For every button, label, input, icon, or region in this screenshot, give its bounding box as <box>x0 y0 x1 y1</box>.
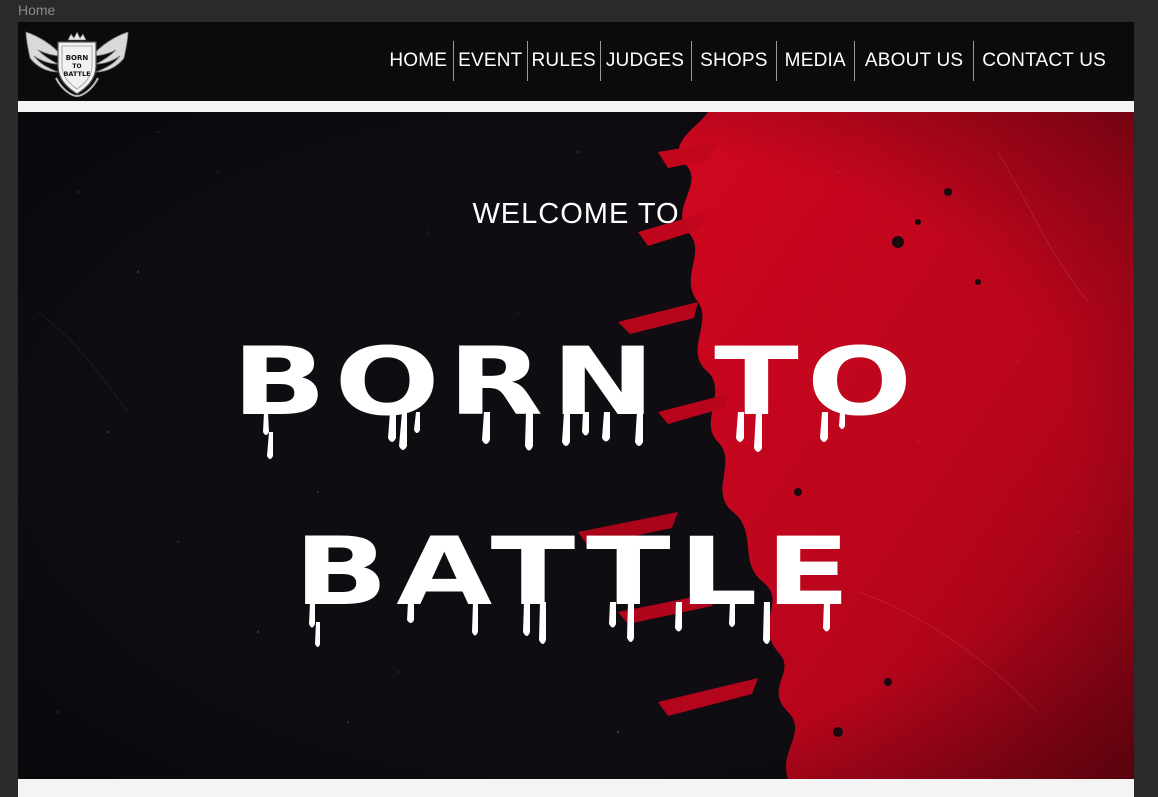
nav-judges[interactable]: JUDGES <box>601 41 691 81</box>
site-logo[interactable]: BORN TO BATTLE <box>24 26 130 98</box>
hero-bottom-border <box>18 779 1134 797</box>
svg-text:BATTLE: BATTLE <box>63 70 90 78</box>
site-header: BORN TO BATTLE HOME EVENT RULES JUDGES S… <box>18 22 1134 101</box>
svg-text:BORN: BORN <box>66 54 89 62</box>
nav-rules[interactable]: RULES <box>528 41 600 81</box>
page-label: Home <box>18 2 56 18</box>
hero-banner: WELCOME TO BORN TO BATTLE <box>18 112 1134 779</box>
nav-shops[interactable]: SHOPS <box>692 41 776 81</box>
header-divider <box>18 101 1134 112</box>
nav-event[interactable]: EVENT <box>454 41 526 81</box>
nav-home[interactable]: HOME <box>383 41 453 81</box>
winged-shield-icon: BORN TO BATTLE <box>25 31 129 98</box>
main-nav: HOME EVENT RULES JUDGES SHOPS MEDIA ABOU… <box>383 41 1106 81</box>
svg-text:TO: TO <box>72 63 81 70</box>
nav-about-us[interactable]: ABOUT US <box>855 41 973 81</box>
dripping-paint-decoration <box>263 412 845 647</box>
nav-contact-us[interactable]: CONTACT US <box>974 41 1106 81</box>
nav-media[interactable]: MEDIA <box>777 41 854 81</box>
